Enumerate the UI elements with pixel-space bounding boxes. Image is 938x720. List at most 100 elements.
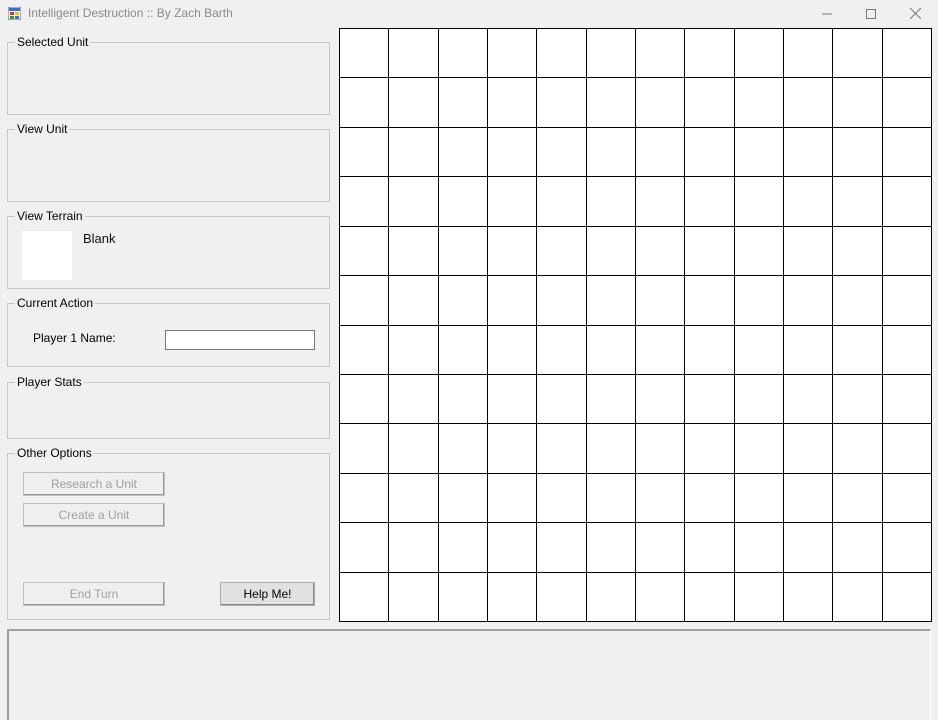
board-cell[interactable]: [586, 473, 636, 524]
board-cell[interactable]: [487, 276, 538, 326]
board-cell[interactable]: [438, 523, 488, 573]
board-cell[interactable]: [635, 572, 686, 622]
board-cell[interactable]: [389, 29, 439, 79]
board-cell[interactable]: [685, 78, 735, 128]
board-cell[interactable]: [882, 424, 932, 474]
board-cell[interactable]: [340, 523, 390, 573]
board-cell[interactable]: [340, 424, 390, 474]
board-cell[interactable]: [340, 29, 390, 79]
board-cell[interactable]: [685, 177, 735, 227]
board-cell[interactable]: [882, 78, 932, 128]
board-cell[interactable]: [438, 473, 488, 524]
board-cell[interactable]: [487, 226, 538, 277]
board-cell[interactable]: [389, 523, 439, 573]
board-cell[interactable]: [537, 78, 587, 128]
board-cell[interactable]: [586, 226, 636, 277]
maximize-button[interactable]: [848, 0, 894, 27]
board-cell[interactable]: [389, 127, 439, 178]
board-cell[interactable]: [685, 424, 735, 474]
board-cell[interactable]: [586, 572, 636, 622]
board-cell[interactable]: [537, 473, 587, 524]
board-cell[interactable]: [438, 374, 488, 425]
board-cell[interactable]: [685, 226, 735, 277]
board-cell[interactable]: [635, 29, 686, 79]
board-cell[interactable]: [685, 374, 735, 425]
board-cell[interactable]: [734, 572, 784, 622]
board-cell[interactable]: [833, 127, 883, 178]
board-cell[interactable]: [340, 127, 390, 178]
board-cell[interactable]: [635, 127, 686, 178]
player-name-input[interactable]: [165, 330, 315, 350]
research-unit-button[interactable]: Research a Unit: [23, 472, 165, 496]
board-cell[interactable]: [586, 177, 636, 227]
board-cell[interactable]: [833, 177, 883, 227]
board-cell[interactable]: [833, 424, 883, 474]
board-cell[interactable]: [537, 572, 587, 622]
board-cell[interactable]: [685, 473, 735, 524]
board-cell[interactable]: [783, 127, 834, 178]
board-cell[interactable]: [734, 78, 784, 128]
board-cell[interactable]: [340, 276, 390, 326]
board-cell[interactable]: [635, 177, 686, 227]
board-cell[interactable]: [783, 374, 834, 425]
board-cell[interactable]: [389, 226, 439, 277]
board-cell[interactable]: [389, 276, 439, 326]
board-cell[interactable]: [833, 325, 883, 375]
board-cell[interactable]: [340, 78, 390, 128]
board-cell[interactable]: [635, 325, 686, 375]
board-cell[interactable]: [882, 276, 932, 326]
board-cell[interactable]: [586, 424, 636, 474]
board-cell[interactable]: [685, 127, 735, 178]
board-cell[interactable]: [586, 29, 636, 79]
board-cell[interactable]: [882, 177, 932, 227]
board-cell[interactable]: [487, 523, 538, 573]
game-board[interactable]: [339, 28, 932, 622]
board-cell[interactable]: [734, 177, 784, 227]
board-cell[interactable]: [537, 374, 587, 425]
board-cell[interactable]: [438, 177, 488, 227]
board-cell[interactable]: [833, 374, 883, 425]
board-cell[interactable]: [537, 276, 587, 326]
board-cell[interactable]: [487, 572, 538, 622]
board-cell[interactable]: [586, 374, 636, 425]
board-cell[interactable]: [882, 572, 932, 622]
board-cell[interactable]: [537, 424, 587, 474]
board-cell[interactable]: [340, 325, 390, 375]
board-cell[interactable]: [487, 325, 538, 375]
board-cell[interactable]: [783, 572, 834, 622]
board-cell[interactable]: [685, 325, 735, 375]
board-cell[interactable]: [389, 572, 439, 622]
board-cell[interactable]: [487, 177, 538, 227]
board-cell[interactable]: [882, 325, 932, 375]
board-cell[interactable]: [586, 325, 636, 375]
board-cell[interactable]: [833, 226, 883, 277]
board-cell[interactable]: [734, 424, 784, 474]
board-cell[interactable]: [389, 325, 439, 375]
board-cell[interactable]: [882, 226, 932, 277]
board-cell[interactable]: [487, 78, 538, 128]
board-cell[interactable]: [487, 29, 538, 79]
end-turn-button[interactable]: End Turn: [23, 582, 165, 606]
board-cell[interactable]: [438, 424, 488, 474]
board-cell[interactable]: [734, 473, 784, 524]
board-cell[interactable]: [635, 523, 686, 573]
board-cell[interactable]: [882, 374, 932, 425]
board-cell[interactable]: [438, 226, 488, 277]
board-cell[interactable]: [487, 424, 538, 474]
board-cell[interactable]: [438, 78, 488, 128]
board-cell[interactable]: [734, 374, 784, 425]
board-cell[interactable]: [783, 226, 834, 277]
board-cell[interactable]: [438, 127, 488, 178]
board-cell[interactable]: [389, 177, 439, 227]
board-cell[interactable]: [685, 29, 735, 79]
board-cell[interactable]: [783, 78, 834, 128]
board-cell[interactable]: [635, 276, 686, 326]
board-cell[interactable]: [487, 374, 538, 425]
board-cell[interactable]: [586, 523, 636, 573]
board-cell[interactable]: [635, 226, 686, 277]
board-cell[interactable]: [537, 325, 587, 375]
board-cell[interactable]: [685, 572, 735, 622]
board-cell[interactable]: [340, 374, 390, 425]
board-cell[interactable]: [438, 572, 488, 622]
board-cell[interactable]: [340, 226, 390, 277]
